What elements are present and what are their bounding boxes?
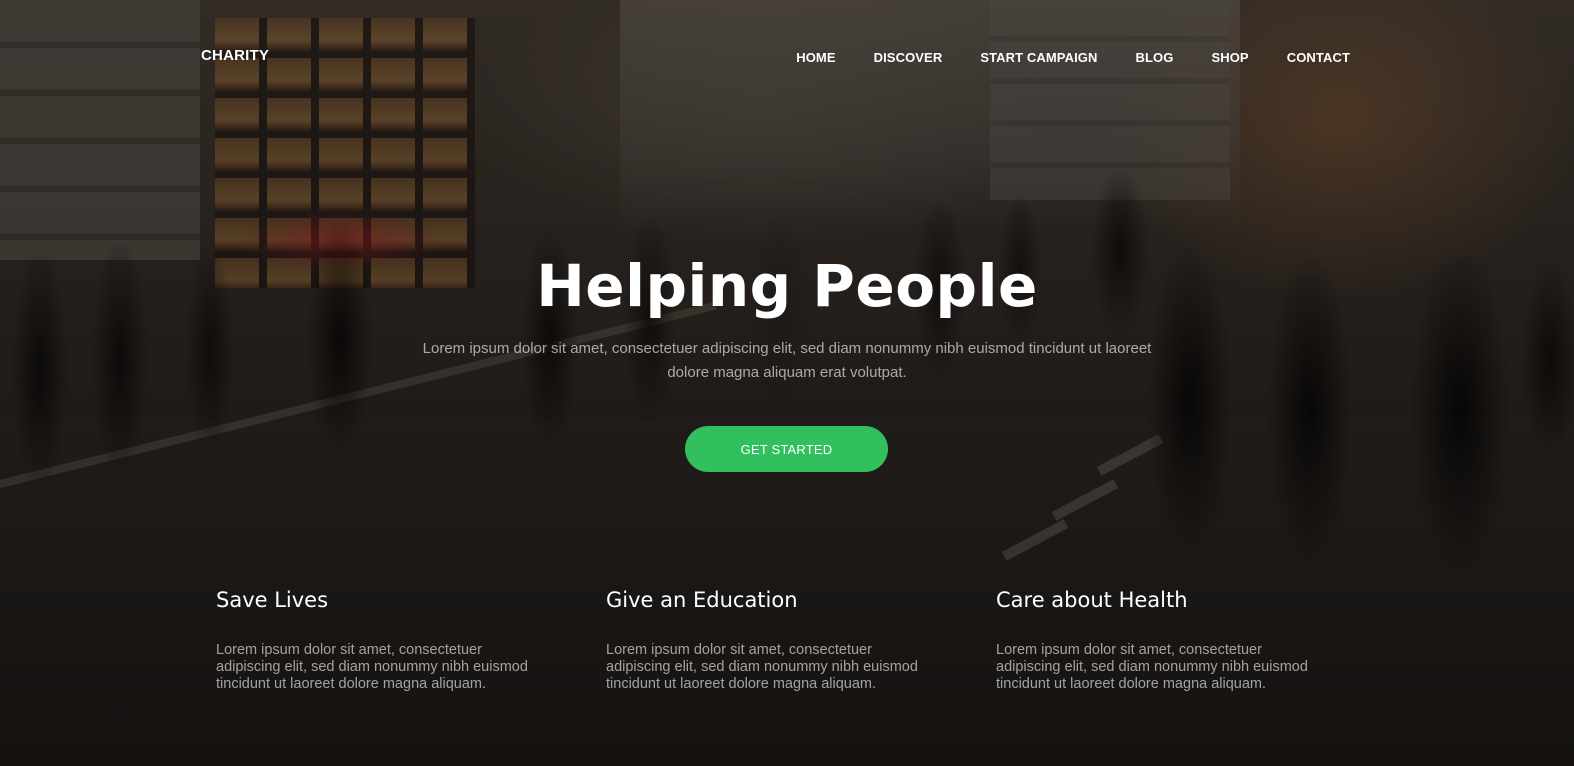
nav-item-blog: BLOG (1098, 49, 1174, 67)
nav-item-contact: CONTACT (1249, 49, 1350, 67)
feature-give-education: Give an Education Lorem ipsum dolor sit … (606, 586, 926, 693)
hero-subtitle: Lorem ipsum dolor sit amet, consectetuer… (422, 340, 1152, 381)
main-nav: HOME DISCOVER START CAMPAIGN BLOG SHOP C… (796, 49, 1350, 67)
nav-link-start-campaign[interactable]: START CAMPAIGN (980, 49, 1097, 67)
nav-item-shop: SHOP (1173, 49, 1248, 67)
feature-text: Lorem ipsum dolor sit amet, consectetuer… (996, 642, 1308, 692)
hero-title: Helping People (536, 252, 1038, 320)
nav-link-contact[interactable]: CONTACT (1287, 49, 1350, 67)
nav-item-home: HOME (796, 49, 835, 67)
feature-care-health: Care about Health Lorem ipsum dolor sit … (996, 586, 1316, 693)
feature-title: Care about Health (996, 588, 1188, 612)
feature-save-lives: Save Lives Lorem ipsum dolor sit amet, c… (216, 586, 536, 693)
feature-title: Give an Education (606, 588, 798, 612)
nav-item-start-campaign: START CAMPAIGN (942, 49, 1097, 67)
get-started-button[interactable]: GET STARTED (685, 426, 888, 472)
nav-link-discover[interactable]: DISCOVER (874, 49, 943, 67)
feature-text: Lorem ipsum dolor sit amet, consectetuer… (606, 642, 918, 692)
hero-section: CHARITY HOME DISCOVER START CAMPAIGN BLO… (0, 0, 1574, 766)
feature-text: Lorem ipsum dolor sit amet, consectetuer… (216, 642, 528, 692)
nav-link-home[interactable]: HOME (796, 49, 835, 67)
nav-link-shop[interactable]: SHOP (1211, 49, 1248, 67)
brand-logo[interactable]: CHARITY (201, 47, 269, 64)
nav-item-discover: DISCOVER (836, 49, 943, 67)
nav-link-blog[interactable]: BLOG (1136, 49, 1174, 67)
feature-title: Save Lives (216, 588, 329, 612)
